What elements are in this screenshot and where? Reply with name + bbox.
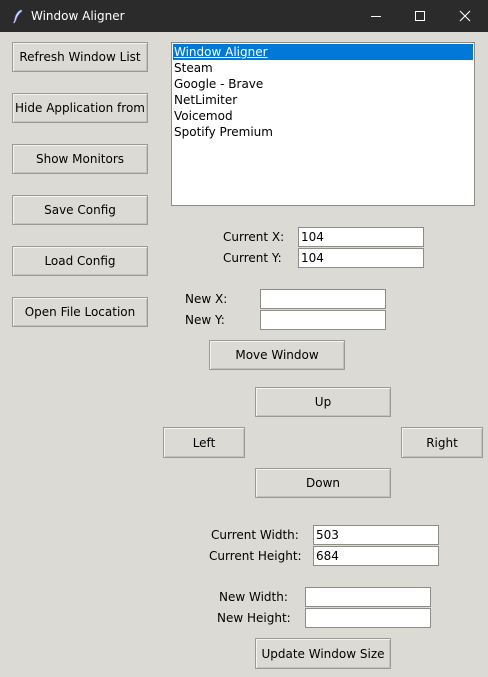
list-item-google-brave[interactable]: Google - Brave xyxy=(173,76,473,92)
load-config-button[interactable]: Load Config xyxy=(12,246,148,276)
current-width-field[interactable]: 503 xyxy=(313,525,439,545)
up-button[interactable]: Up xyxy=(255,387,391,417)
current-height-label: Current Height: xyxy=(209,549,302,563)
feather-icon xyxy=(10,8,26,24)
maximize-icon xyxy=(414,7,426,26)
new-y-label: New Y: xyxy=(185,313,225,327)
refresh-window-list-button[interactable]: Refresh Window List xyxy=(12,42,148,72)
left-button[interactable]: Left xyxy=(163,427,245,458)
save-config-button[interactable]: Save Config xyxy=(12,195,148,225)
new-y-field[interactable] xyxy=(260,310,386,330)
hide-application-button[interactable]: Hide Application from xyxy=(12,93,148,123)
down-button[interactable]: Down xyxy=(255,468,391,498)
current-height-field[interactable]: 684 xyxy=(313,546,439,566)
update-window-size-button[interactable]: Update Window Size xyxy=(255,638,391,669)
list-item-steam[interactable]: Steam xyxy=(173,60,473,76)
window-list[interactable]: Window Aligner Steam Google - Brave NetL… xyxy=(171,42,475,206)
right-button[interactable]: Right xyxy=(401,427,483,458)
list-item-netlimiter[interactable]: NetLimiter xyxy=(173,92,473,108)
new-width-label: New Width: xyxy=(219,590,288,604)
minimize-icon xyxy=(370,7,382,26)
current-width-label: Current Width: xyxy=(211,528,299,542)
new-x-label: New X: xyxy=(185,292,228,306)
list-item-spotify-premium[interactable]: Spotify Premium xyxy=(173,124,473,140)
new-width-field[interactable] xyxy=(305,587,431,607)
app-window: Window Aligner Refresh Window List Hide … xyxy=(0,0,488,677)
maximize-button[interactable] xyxy=(397,0,443,32)
list-item-voicemod[interactable]: Voicemod xyxy=(173,108,473,124)
title-bar[interactable]: Window Aligner xyxy=(0,0,488,32)
show-monitors-button[interactable]: Show Monitors xyxy=(12,144,148,174)
close-button[interactable] xyxy=(442,0,488,32)
current-x-label: Current X: xyxy=(223,230,285,244)
current-y-label: Current Y: xyxy=(223,251,282,265)
minimize-button[interactable] xyxy=(353,0,399,32)
new-x-field[interactable] xyxy=(260,289,386,309)
current-y-field[interactable]: 104 xyxy=(298,248,424,268)
close-icon xyxy=(459,7,471,26)
new-height-label: New Height: xyxy=(217,611,291,625)
list-item-window-aligner[interactable]: Window Aligner xyxy=(173,44,473,60)
open-file-location-button[interactable]: Open File Location xyxy=(12,297,148,327)
move-window-button[interactable]: Move Window xyxy=(209,340,345,370)
window-title: Window Aligner xyxy=(31,9,125,23)
current-x-field[interactable]: 104 xyxy=(298,227,424,247)
new-height-field[interactable] xyxy=(305,608,431,628)
